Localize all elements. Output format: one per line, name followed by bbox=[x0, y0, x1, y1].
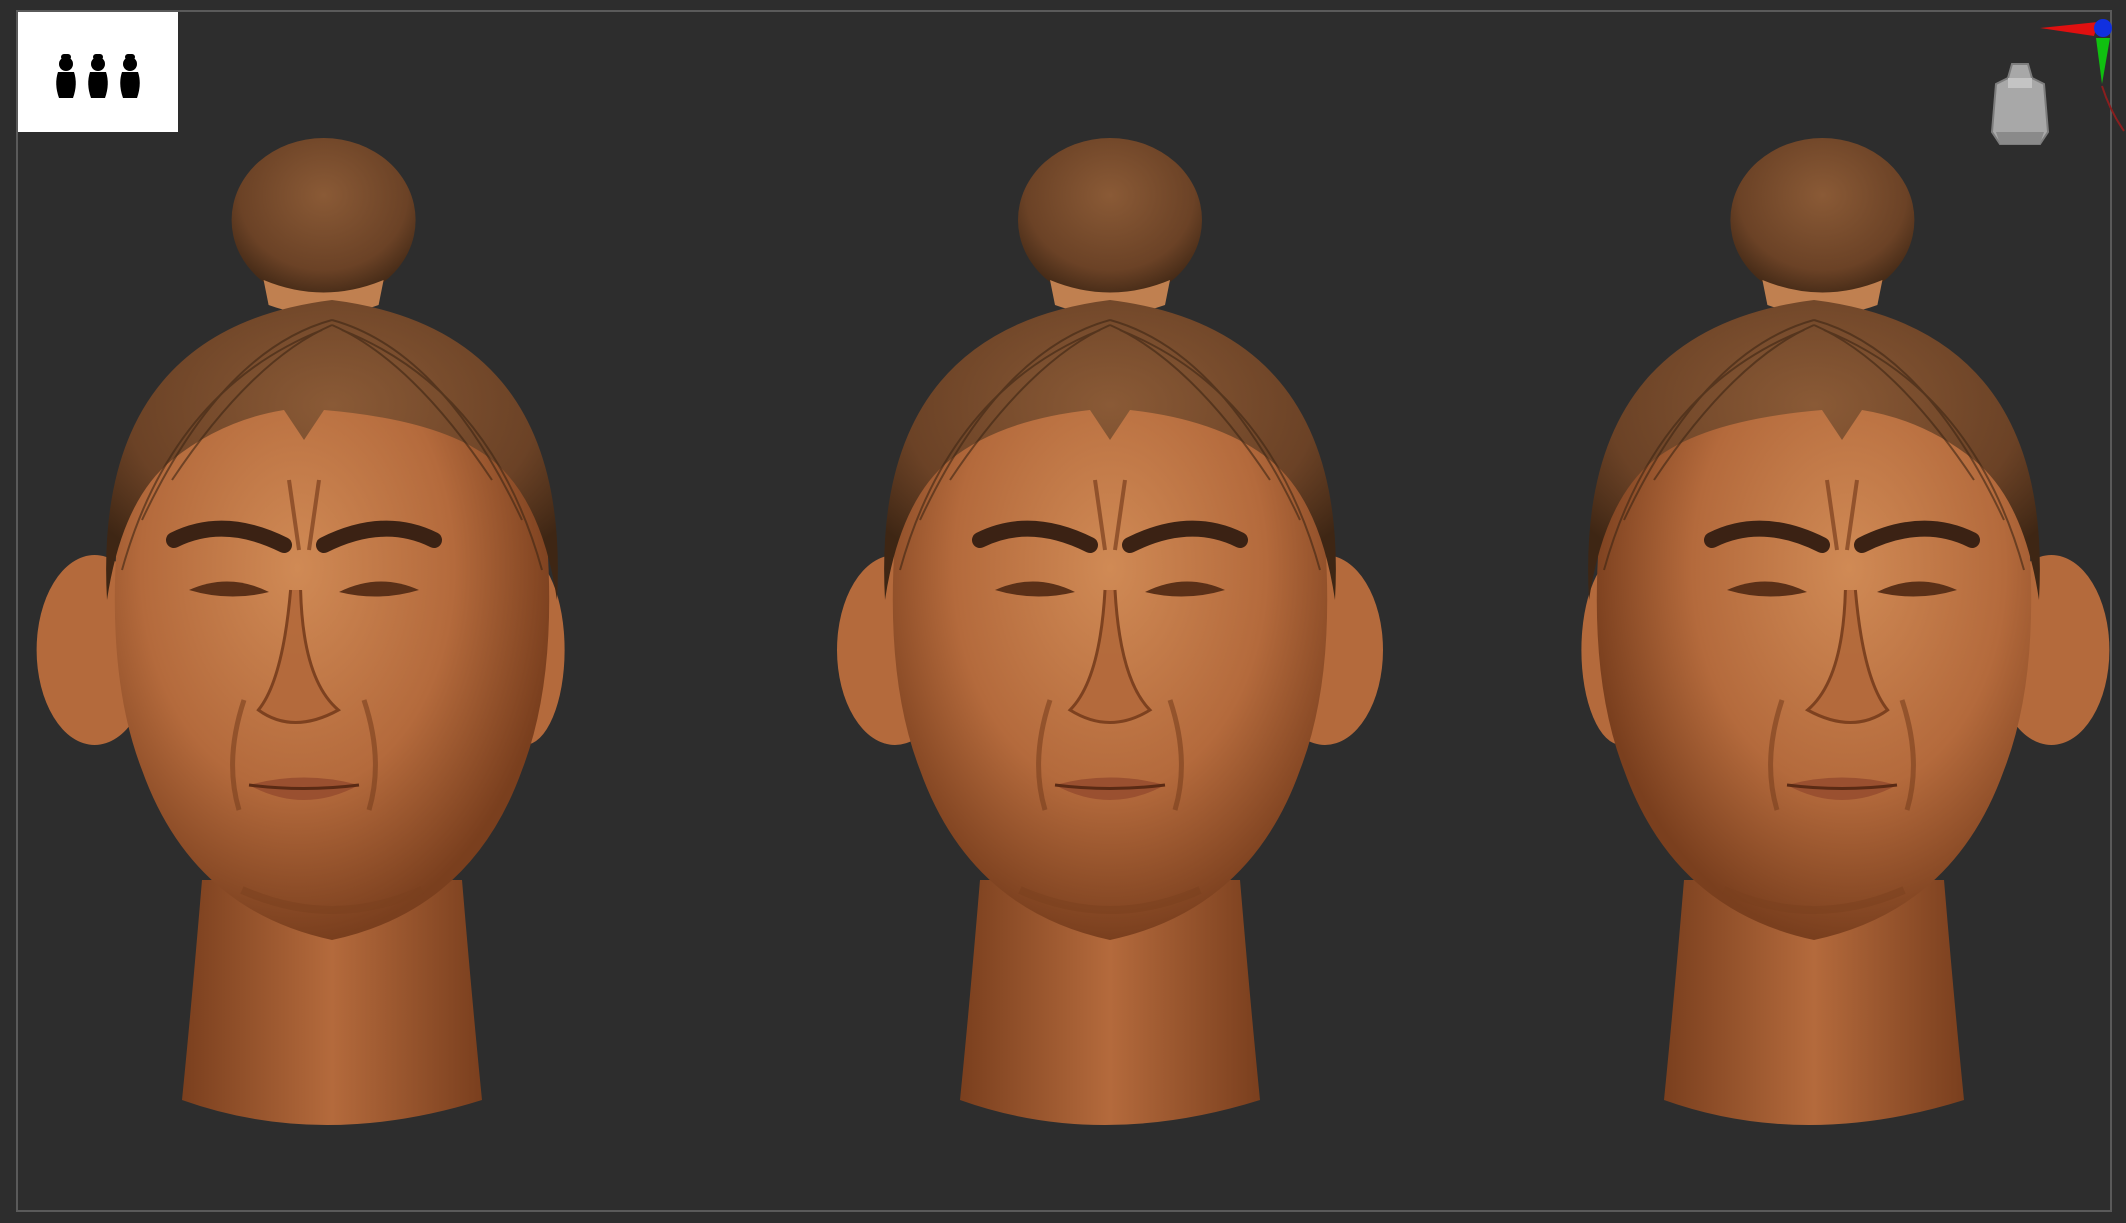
head-view-front[interactable] bbox=[800, 120, 1420, 1180]
y-axis-arrow bbox=[2096, 38, 2110, 84]
z-axis-dot bbox=[2094, 19, 2112, 37]
x-axis-arrow bbox=[2040, 22, 2098, 36]
head-view-three-quarter-right[interactable] bbox=[1504, 120, 2124, 1180]
viewport-canvas[interactable] bbox=[0, 0, 2126, 1223]
thumbnail-preview[interactable] bbox=[18, 12, 178, 132]
three-heads-silhouette-icon bbox=[56, 54, 140, 98]
head-view-three-quarter-left[interactable] bbox=[22, 120, 642, 1180]
